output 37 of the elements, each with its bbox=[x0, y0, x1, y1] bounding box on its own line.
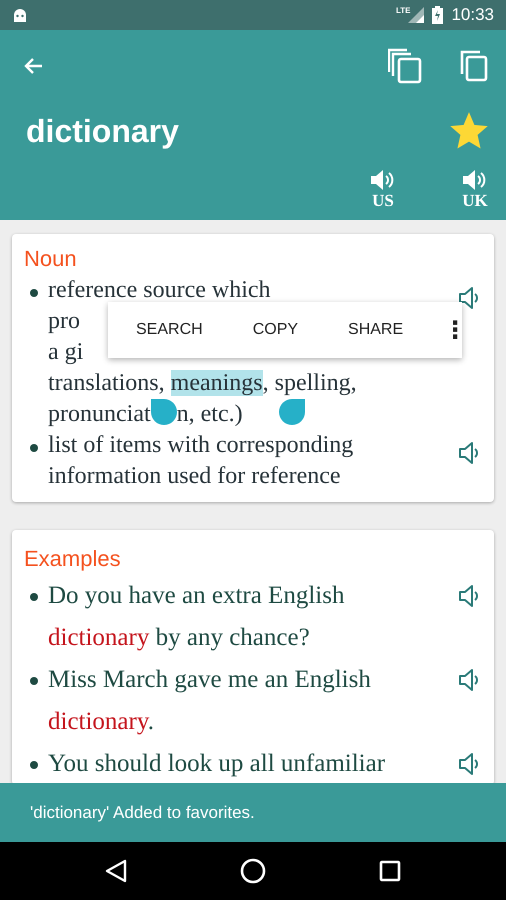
selection-handle[interactable] bbox=[278, 399, 305, 425]
word-title: dictionary bbox=[26, 112, 179, 151]
definition-line: translations, meanings, spelling, bbox=[48, 369, 357, 398]
bullet-icon bbox=[30, 677, 38, 685]
example-line: dictionary. bbox=[48, 707, 154, 737]
example-line: dictionary by any chance? bbox=[48, 623, 310, 653]
bullet-icon bbox=[30, 289, 38, 297]
definition-line: pro bbox=[48, 307, 80, 336]
network-label: LTE bbox=[396, 5, 410, 17]
bullet-icon bbox=[30, 593, 38, 601]
copy-button[interactable] bbox=[460, 50, 488, 82]
menu-item[interactable]: SHARE bbox=[348, 318, 404, 342]
favorite-star-button[interactable] bbox=[450, 112, 488, 150]
example-line: Do you have an extra English bbox=[48, 581, 344, 611]
definition-line: a gi bbox=[48, 338, 84, 367]
snackbar-message: 'dictionary' Added to favorites. bbox=[30, 802, 255, 824]
definition-line: information used for reference bbox=[48, 462, 341, 491]
selection-handle[interactable] bbox=[150, 399, 177, 425]
definition-line: list of items with corresponding bbox=[48, 431, 354, 460]
menu-item[interactable]: COPY bbox=[252, 318, 298, 342]
battery-icon bbox=[432, 6, 444, 24]
definition-line: pronunciat n, etc.) bbox=[48, 399, 305, 430]
home-button[interactable] bbox=[240, 858, 266, 884]
bullet-icon bbox=[30, 761, 38, 769]
clock: 10:33 bbox=[451, 4, 494, 26]
more-options-button[interactable]: ⋮ bbox=[443, 312, 468, 348]
copy-all-button[interactable] bbox=[388, 48, 422, 84]
examples-heading: Examples bbox=[24, 545, 122, 573]
example-line: You should look up all unfamiliar bbox=[48, 749, 386, 779]
back-nav-button[interactable] bbox=[104, 859, 127, 883]
example-line: Miss March gave me an English bbox=[48, 665, 371, 695]
definition-line: reference source which bbox=[48, 276, 271, 305]
menu-item[interactable]: SEARCH bbox=[136, 318, 203, 342]
bullet-icon bbox=[30, 444, 38, 452]
part-of-speech-heading: Noun bbox=[24, 245, 78, 273]
recents-button[interactable] bbox=[379, 860, 402, 882]
android-icon bbox=[12, 8, 28, 22]
